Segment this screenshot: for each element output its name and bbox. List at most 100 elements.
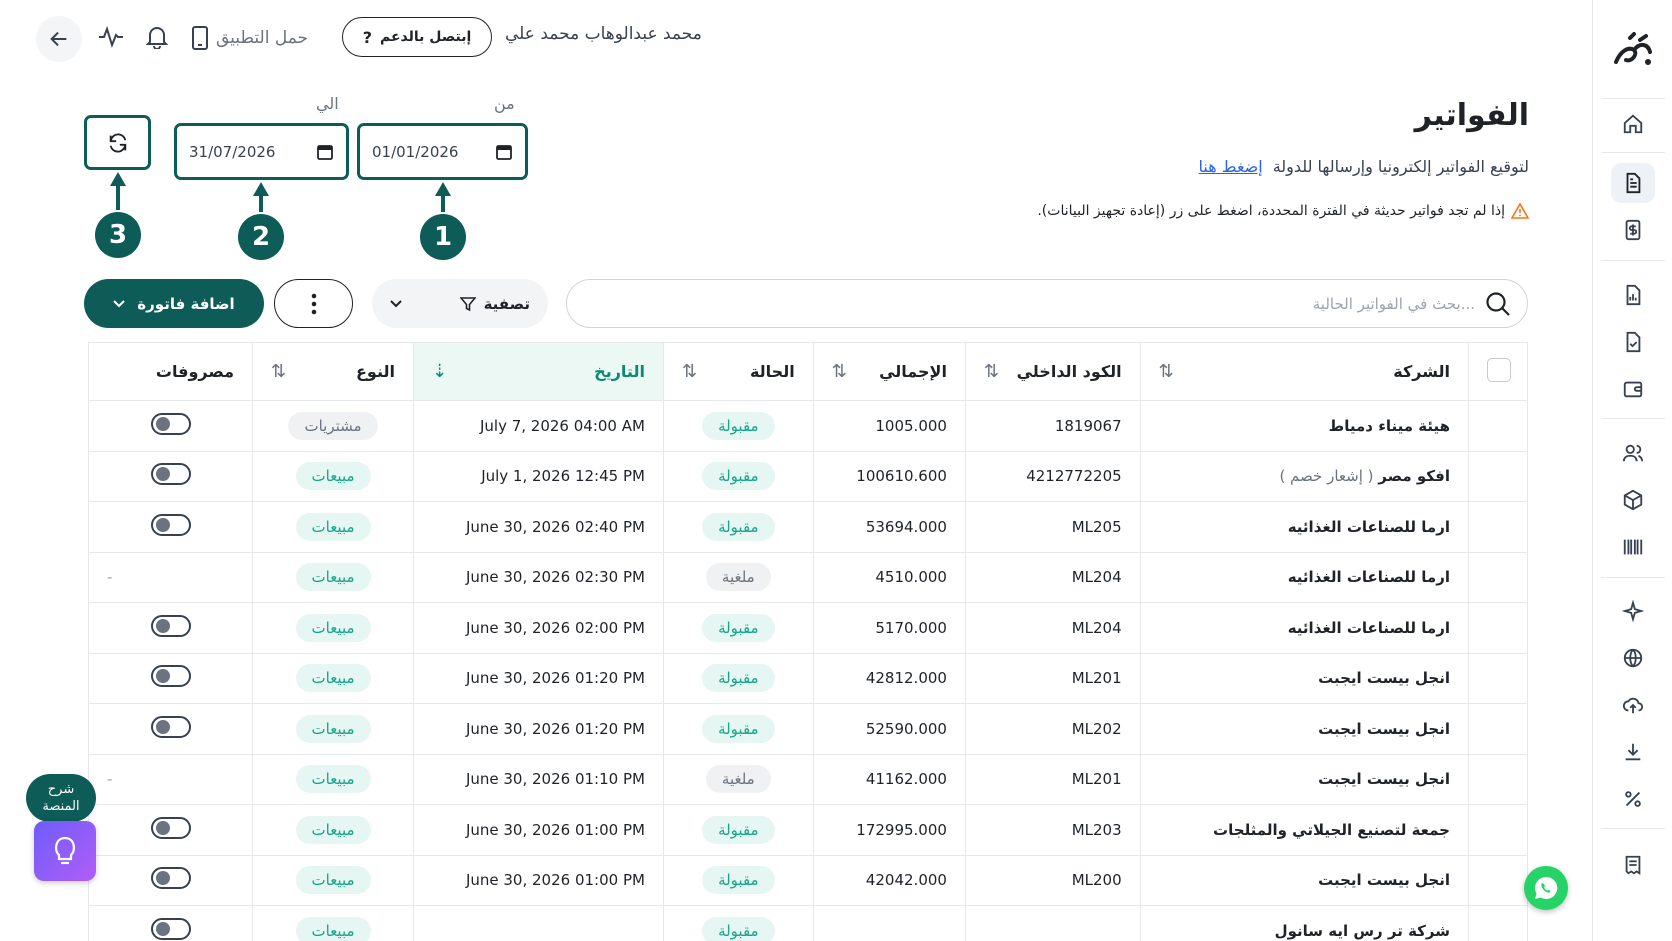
sort-icon[interactable]: ⇅ [682, 361, 697, 382]
status-badge: ملغية [705, 563, 771, 592]
company-cell: ارما للصناعات الغذائيه [1140, 552, 1470, 603]
status-cell: مقبولة [663, 400, 814, 452]
table-row[interactable]: ارما للصناعات الغذائيه ML204 5170.000 مقبول… [89, 602, 1527, 654]
warning-text: إذا لم تجد فواتير حديثة في الفترة المحدد… [1037, 203, 1505, 219]
chart-doc-icon[interactable] [1611, 275, 1655, 315]
wallet-icon[interactable] [1611, 369, 1655, 409]
home-icon[interactable] [1611, 104, 1655, 144]
add-invoice-button[interactable]: اضافة فاتورة [84, 279, 264, 328]
sort-icon[interactable]: ⇅ [832, 361, 847, 382]
company-name[interactable]: ارما للصناعات الغذائيه [1288, 568, 1450, 586]
barcode-icon[interactable] [1611, 527, 1655, 567]
invoice-icon[interactable] [1611, 163, 1655, 203]
expense-toggle[interactable] [150, 867, 191, 890]
table-row[interactable]: شركة تر رس ايه سانول مقبولة مبيعات [89, 905, 1527, 941]
annotation-badge-2: 2 [238, 214, 284, 260]
contact-support-button[interactable]: ? إبتصل بالدعم [342, 17, 492, 57]
sort-icon[interactable]: ⇅ [1159, 361, 1174, 382]
back-button[interactable] [36, 16, 82, 62]
select-all-checkbox[interactable] [1487, 357, 1511, 382]
column-date[interactable]: التاريخ ⇣ [413, 342, 664, 401]
total-amount: 42812.000 [865, 669, 947, 688]
activity-button[interactable] [96, 22, 126, 52]
table-row[interactable]: انجل بيست ايجبت ML201 41162.000 ملغية June 3… [89, 754, 1527, 805]
table-row[interactable]: جمعة لتصنيع الجيلاتي والمثلجات ML203 17299… [89, 804, 1527, 856]
company-name[interactable]: انجل بيست ايجبت [1318, 669, 1450, 687]
table-row[interactable]: ارما للصناعات الغذائيه ML205 53694.000 مقبو… [89, 501, 1527, 553]
to-date-input[interactable]: 31/07/2026 [174, 123, 349, 180]
column-type[interactable]: النوع ⇅ [252, 342, 414, 401]
dollar-doc-icon[interactable] [1611, 210, 1655, 250]
table-row[interactable]: انجل بيست ايجبت ML200 42042.000 مقبولة June … [89, 855, 1527, 906]
check-doc-icon[interactable] [1611, 322, 1655, 362]
column-status[interactable]: الحالة ⇅ [663, 342, 814, 401]
more-options-button[interactable] [274, 279, 353, 328]
topbar: حمل التطبيق ? إبتصل بالدعم محمد عبدالوها… [0, 0, 1592, 74]
status-badge: مقبولة [702, 411, 775, 440]
refresh-data-button[interactable] [84, 115, 151, 170]
company-name[interactable]: انجل بيست ايجبت [1318, 720, 1450, 738]
percent-icon[interactable] [1611, 779, 1655, 819]
download-icon[interactable] [1611, 732, 1655, 772]
table-row[interactable]: انجل بيست ايجبت ML201 42812.000 مقبولة June … [89, 653, 1527, 704]
chevron-down-icon [113, 299, 126, 307]
notifications-button[interactable] [142, 22, 172, 52]
expense-toggle[interactable] [150, 917, 191, 940]
globe-icon[interactable] [1611, 638, 1655, 678]
type-badge: مبيعات [295, 613, 371, 642]
annotation-badge-1: 1 [420, 214, 466, 260]
column-company[interactable]: الشركة ⇅ [1140, 342, 1470, 401]
platform-guide-button[interactable]: شرح المنصة [26, 774, 96, 822]
sort-icon[interactable]: ⇅ [984, 361, 999, 382]
calendar-icon [496, 144, 512, 160]
click-here-link[interactable]: إضغط هنا [1199, 157, 1263, 176]
phone-icon [192, 26, 208, 50]
company-name[interactable]: ارما للصناعات الغذائيه [1288, 518, 1450, 536]
expense-toggle[interactable] [150, 816, 191, 839]
logo[interactable] [1605, 24, 1661, 80]
from-date-value: 01/01/2026 [372, 142, 459, 161]
table-row[interactable]: انجل بيست ايجبت ML202 52590.000 مقبولة June … [89, 703, 1527, 755]
expense-toggle[interactable] [150, 463, 191, 486]
company-name[interactable]: شركة تر رس ايه سانول [1275, 922, 1450, 940]
total-cell: 41162.000 [813, 754, 966, 805]
expense-toggle[interactable] [150, 513, 191, 536]
company-name[interactable]: هيئة ميناء دمياط [1329, 417, 1450, 435]
company-name[interactable]: ارما للصناعات الغذائيه [1288, 619, 1450, 637]
column-total[interactable]: الإجمالي ⇅ [813, 342, 966, 401]
type-cell: مبيعات [252, 552, 414, 603]
search-input[interactable]: بحث في الفواتير الحالية... [566, 279, 1528, 328]
filter-label: تصفية [483, 294, 530, 313]
sidebar-divider [1601, 828, 1665, 829]
from-date-input[interactable]: 01/01/2026 [357, 123, 528, 180]
company-name[interactable]: افكو مصر [1378, 467, 1450, 485]
lightbulb-button[interactable] [34, 821, 96, 881]
sort-desc-icon[interactable]: ⇣ [432, 361, 447, 382]
box-icon[interactable] [1611, 480, 1655, 520]
table-row[interactable]: افكو مصر ( إشعار خصم ) 4212772205 100610.6… [89, 451, 1527, 502]
users-icon[interactable] [1611, 433, 1655, 473]
sparkle-icon[interactable] [1611, 591, 1655, 631]
column-internal-code[interactable]: الكود الداخلي ⇅ [965, 342, 1141, 401]
filter-button[interactable]: تصفية [372, 279, 548, 328]
company-name[interactable]: جمعة لتصنيع الجيلاتي والمثلجات [1213, 821, 1450, 839]
table-row[interactable]: هيئة ميناء دمياط 1819067 1005.000 مقبولة Jul… [89, 400, 1527, 452]
to-date-label: الي [316, 94, 339, 113]
upload-cloud-icon[interactable] [1611, 685, 1655, 725]
status-cell: مقبولة [663, 804, 814, 856]
expense-toggle[interactable] [150, 715, 191, 738]
internal-code-cell: ML202 [965, 703, 1141, 755]
download-app-link[interactable]: حمل التطبيق [192, 24, 308, 52]
expense-toggle[interactable] [150, 665, 191, 688]
filter-content: تصفية [459, 294, 530, 313]
expense-toggle[interactable] [150, 412, 191, 435]
expense-toggle[interactable] [150, 614, 191, 637]
receipt-icon[interactable] [1611, 845, 1655, 885]
row-select-cell [1468, 552, 1527, 603]
company-name[interactable]: انجل بيست ايجبت [1318, 770, 1450, 788]
sort-icon[interactable]: ⇅ [271, 361, 286, 382]
whatsapp-button[interactable] [1524, 866, 1568, 910]
company-name[interactable]: انجل بيست ايجبت [1318, 871, 1450, 889]
more-vertical-icon [311, 293, 316, 314]
table-row[interactable]: ارما للصناعات الغذائيه ML204 4510.000 ملغية… [89, 552, 1527, 603]
